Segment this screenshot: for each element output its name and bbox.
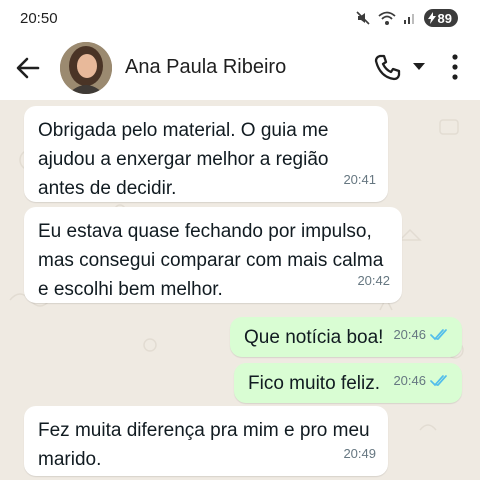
arrow-left-icon[interactable]: [14, 54, 42, 82]
message-time: 20:46: [393, 327, 426, 342]
message-bubble-outgoing[interactable]: Fico muito feliz. 20:46: [234, 363, 462, 403]
message-bubble-outgoing[interactable]: Que notícia boa! 20:46: [230, 317, 462, 357]
message-meta: 20:42: [357, 266, 390, 295]
mute-icon: [355, 11, 370, 25]
status-bar: 20:50 89: [0, 0, 480, 38]
message-text: Fez muita diferença pra mim e pro meu ma…: [38, 420, 370, 470]
battery-indicator: 89: [423, 9, 458, 27]
charging-icon: [427, 12, 436, 24]
message-time: 20:42: [357, 273, 390, 288]
message-time: 20:49: [343, 446, 376, 461]
message-time: 20:41: [343, 172, 376, 187]
message-bubble-incoming[interactable]: Obrigada pelo material. O guia me ajudou…: [24, 106, 388, 202]
signal-icon: [403, 14, 414, 24]
message-bubble-incoming[interactable]: Fez muita diferença pra mim e pro meu ma…: [24, 406, 388, 476]
message-meta: 20:46: [393, 320, 450, 349]
status-icons: 89: [355, 9, 458, 27]
message-meta: 20:49: [343, 439, 376, 468]
message-meta: 20:46: [393, 366, 450, 395]
wifi-icon: [377, 11, 396, 25]
caret-down-icon[interactable]: [412, 60, 426, 72]
message-text: Eu estava quase fechando por impulso, ma…: [38, 221, 384, 300]
contact-name[interactable]: Ana Paula Ribeiro: [125, 56, 286, 79]
double-check-icon: [430, 374, 447, 386]
double-check-icon: [430, 328, 447, 340]
more-vertical-icon[interactable]: [448, 52, 462, 82]
battery-level: 89: [437, 10, 452, 26]
message-text: Que notícia boa!: [244, 327, 384, 348]
message-text: Obrigada pelo material. O guia me ajudou…: [38, 120, 329, 199]
phone-icon[interactable]: [372, 52, 402, 82]
chat-header: Ana Paula Ribeiro: [0, 38, 480, 100]
message-meta: 20:41: [343, 165, 376, 194]
message-bubble-incoming[interactable]: Eu estava quase fechando por impulso, ma…: [24, 207, 402, 303]
chat-area[interactable]: Obrigada pelo material. O guia me ajudou…: [0, 100, 480, 480]
avatar[interactable]: [60, 42, 112, 94]
message-text: Fico muito feliz.: [248, 373, 380, 394]
message-time: 20:46: [393, 373, 426, 388]
status-time: 20:50: [20, 10, 58, 27]
